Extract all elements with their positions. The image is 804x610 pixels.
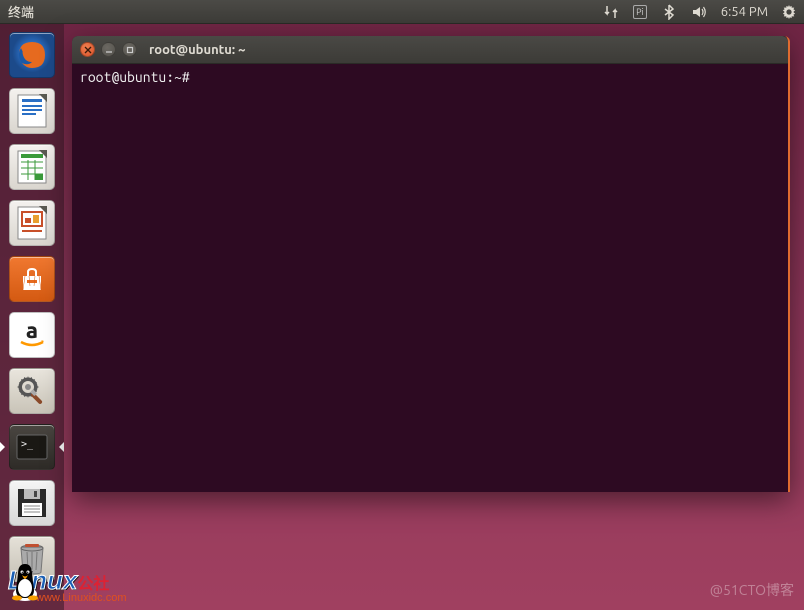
input-method-icon[interactable]: Pi [633,5,647,19]
window-title: root@ubuntu: ~ [149,43,246,57]
clock[interactable]: 6:54 PM [721,5,768,19]
firefox-icon [9,32,55,78]
watermark-url: www.Linuxidc.com [36,592,126,604]
top-menubar: 终端 Pi 6:54 PM [0,0,804,24]
tux-icon [8,562,42,602]
bluetooth-icon[interactable] [661,4,677,20]
launcher-floppy[interactable] [7,478,57,528]
launcher-terminal[interactable]: >_ [7,422,57,472]
launcher-calc[interactable] [7,142,57,192]
floppy-icon [9,480,55,526]
launcher-writer[interactable] [7,86,57,136]
window-minimize-button[interactable] [101,42,116,57]
watermark-left: Linux公社 www.Linuxidc.com [8,565,126,604]
terminal-window: root@ubuntu: ~ root@ubuntu:~# [72,36,790,492]
window-close-button[interactable] [80,42,95,57]
svg-text:>_: >_ [21,439,34,450]
volume-icon[interactable] [691,4,707,20]
launcher-amazon[interactable]: a [7,310,57,360]
gear-icon[interactable] [782,5,796,19]
watermark-logo-cn: 公社 [77,576,109,593]
settings-icon [9,368,55,414]
launcher-firefox[interactable] [7,30,57,80]
impress-icon [9,200,55,246]
writer-icon [9,88,55,134]
active-app-title: 终端 [8,2,34,21]
terminal-icon: >_ [9,424,55,470]
calc-icon [9,144,55,190]
watermark-right: @51CTO博客 [710,580,794,600]
window-titlebar[interactable]: root@ubuntu: ~ [72,36,788,64]
network-icon[interactable] [603,4,619,20]
launcher-settings[interactable] [7,366,57,416]
terminal-prompt: root@ubuntu:~# [80,68,780,86]
launcher-software[interactable] [7,254,57,304]
window-maximize-button[interactable] [122,42,137,57]
launcher: a >_ [0,24,64,610]
svg-text:a: a [26,318,38,343]
software-icon [9,256,55,302]
amazon-icon: a [9,312,55,358]
launcher-impress[interactable] [7,198,57,248]
system-tray: Pi 6:54 PM [603,4,796,20]
terminal-body[interactable]: root@ubuntu:~# [72,64,788,492]
